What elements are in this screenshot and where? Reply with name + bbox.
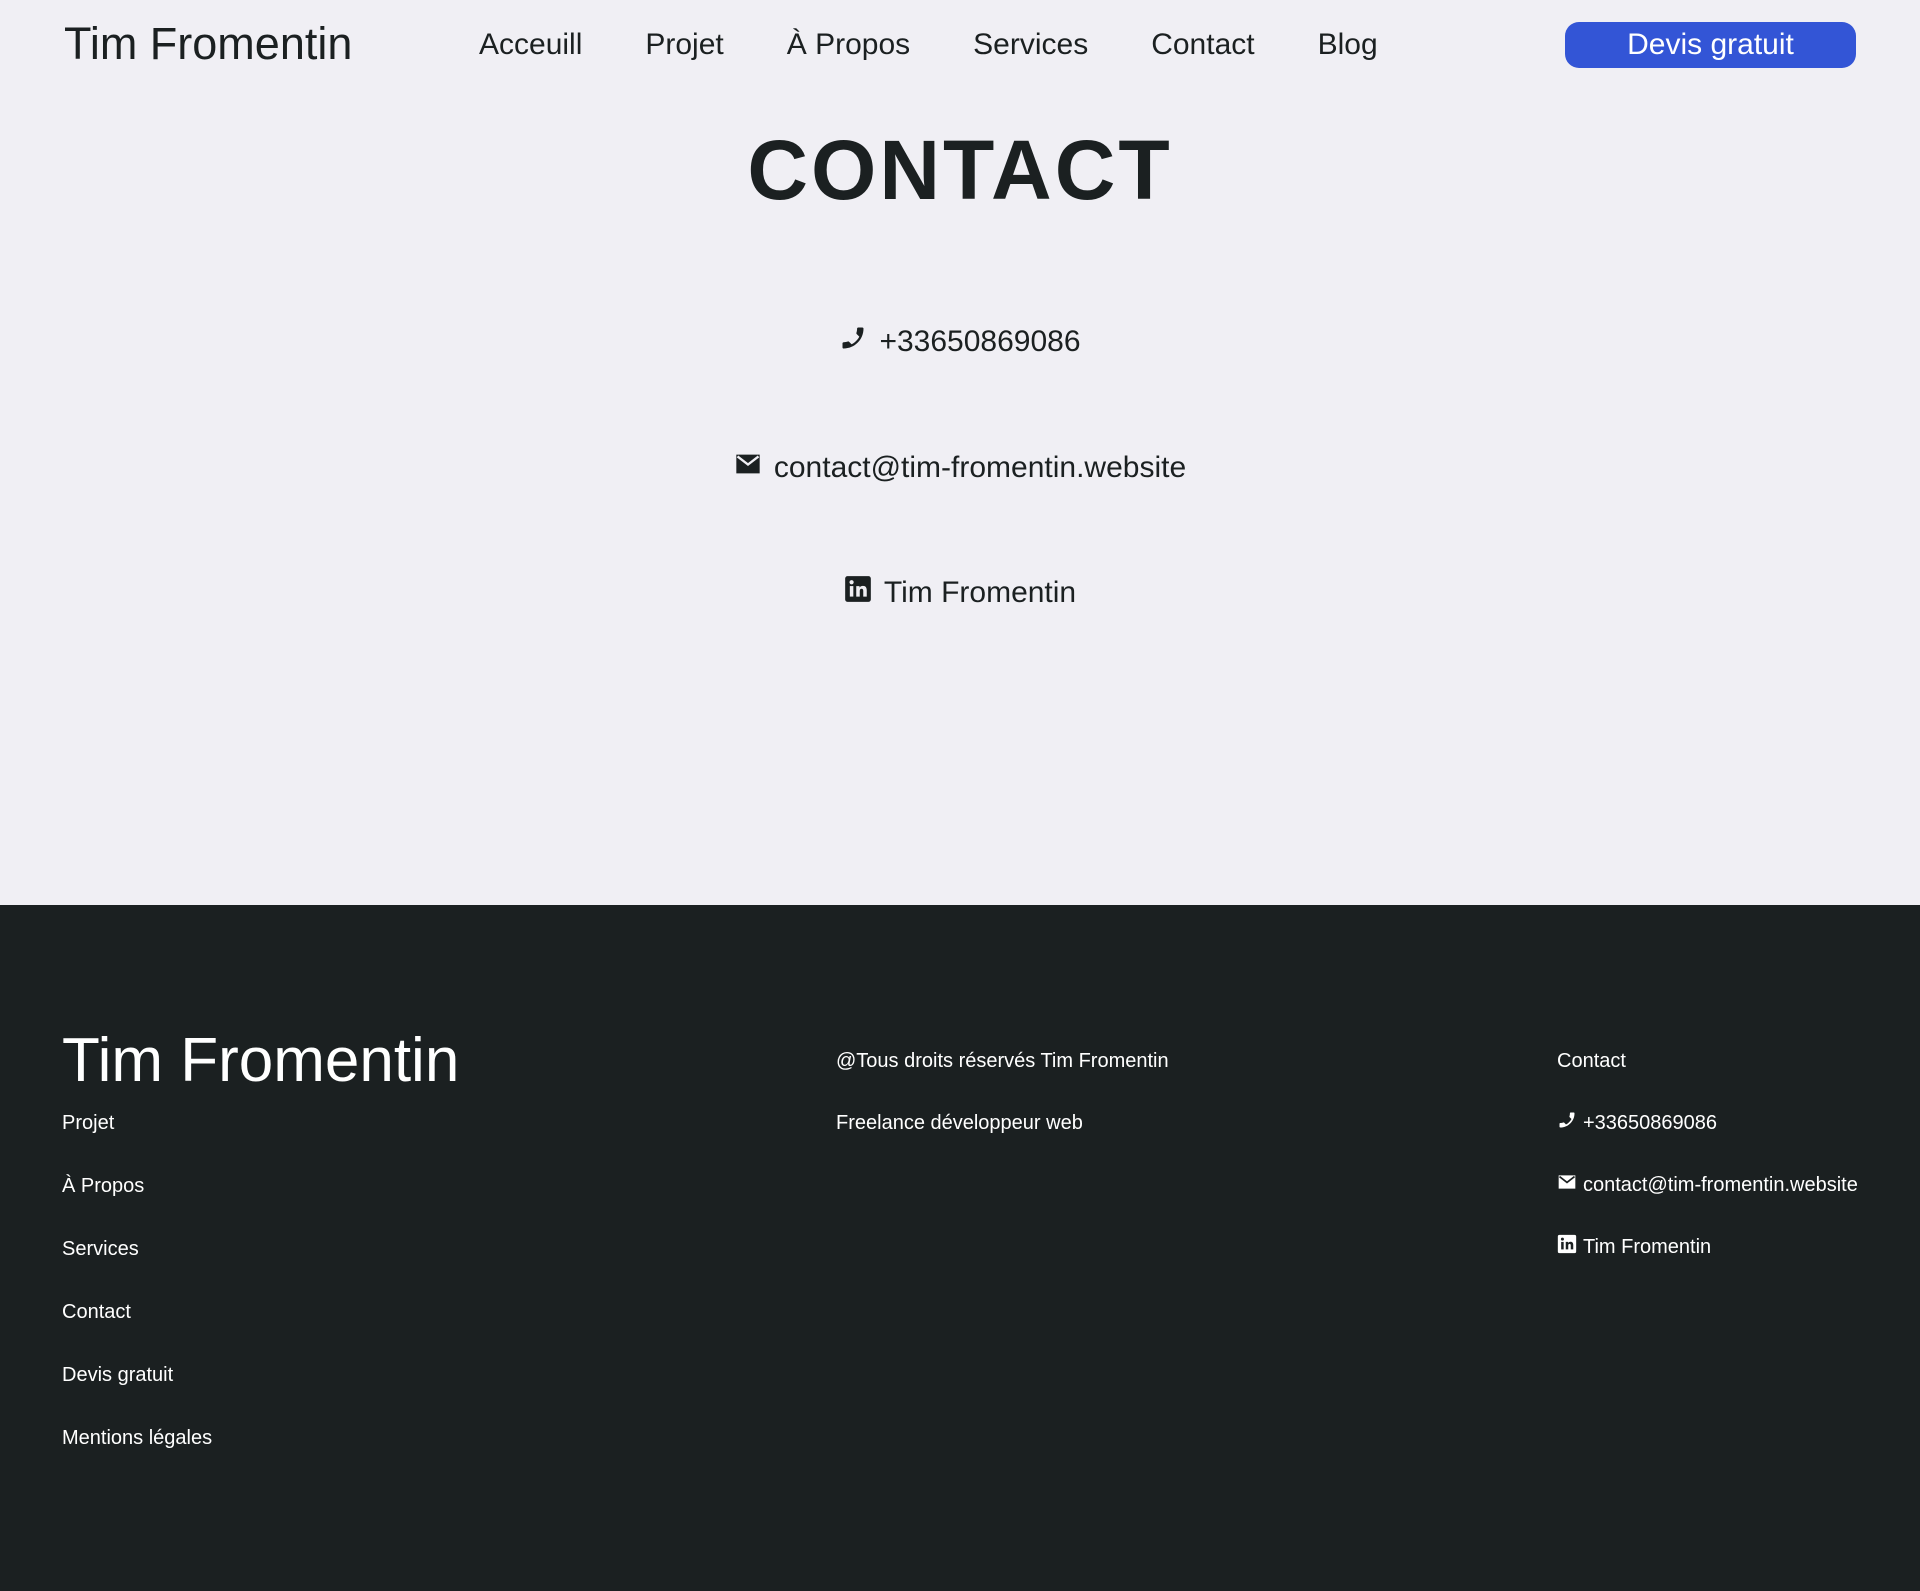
nav-link-a-propos[interactable]: À Propos [787,28,910,61]
nav-link-contact[interactable]: Contact [1151,28,1254,61]
footer-contact-email-row: contact@tim-fromentin.website [1557,1171,1858,1233]
footer-link-item: À Propos [62,1172,212,1235]
tagline-text: Freelance développeur web [836,1112,1083,1134]
contact-linkedin-link[interactable]: Tim Fromentin [0,573,1920,613]
footer-link-contact[interactable]: Contact [62,1301,131,1323]
linkedin-icon [844,575,872,603]
nav-link-projet[interactable]: Projet [645,28,723,61]
footer-contact: Contact +33650869086 contact@tim-froment… [1557,1047,1858,1295]
footer-contact-linkedin-row: Tim Fromentin [1557,1233,1858,1295]
footer-contact-heading: Contact [1557,1050,1626,1072]
linkedin-icon [1557,1234,1577,1254]
nav-item: À Propos [787,24,910,66]
footer-link-item: Projet [62,1109,212,1172]
footer-linkedin-link[interactable]: Tim Fromentin [1583,1233,1711,1261]
contact-phone-link[interactable]: +33650869086 [0,322,1920,362]
footer-info: @Tous droits réservés Tim Fromentin Free… [836,1047,1169,1171]
footer-link-services[interactable]: Services [62,1238,139,1260]
footer-links: Projet À Propos Services Contact Devis g… [62,1109,212,1487]
footer-link-mentions-legales[interactable]: Mentions légales [62,1427,212,1449]
phone-icon [839,324,867,352]
contact-phone-text: +33650869086 [879,325,1081,358]
page-title: CONTACT [747,123,1173,217]
contact-email-text: contact@tim-fromentin.website [773,451,1187,484]
footer-contact-phone-row: +33650869086 [1557,1109,1858,1171]
footer-link-item: Mentions légales [62,1424,212,1487]
site-logo[interactable]: Tim Fromentin [64,18,352,70]
footer-logo: Tim Fromentin [62,1026,460,1095]
nav-item: Acceuill [479,24,582,66]
footer-link-item: Contact [62,1298,212,1361]
footer-email-link[interactable]: contact@tim-fromentin.website [1583,1171,1858,1199]
mail-icon [1557,1172,1577,1192]
nav-link-blog[interactable]: Blog [1318,28,1378,61]
nav-link-services[interactable]: Services [973,28,1088,61]
contact-linkedin-text: Tim Fromentin [883,576,1077,609]
nav-list: Acceuill Projet À Propos Services Contac… [479,24,1378,66]
footer-contact-heading-row: Contact [1557,1047,1858,1109]
phone-icon [1557,1110,1577,1130]
devis-gratuit-button[interactable]: Devis gratuit [1565,22,1856,68]
nav-item: Services [973,24,1088,66]
nav-link-acceuill[interactable]: Acceuill [479,28,582,61]
footer-link-item: Devis gratuit [62,1361,212,1424]
footer-link-item: Services [62,1235,212,1298]
site-header: Tim Fromentin Acceuill Projet À Propos S… [0,0,1920,90]
mail-icon [734,450,762,478]
nav-item: Blog [1318,24,1378,66]
nav-item: Projet [645,24,723,66]
footer-link-projet[interactable]: Projet [62,1112,114,1134]
footer-link-devis-gratuit[interactable]: Devis gratuit [62,1364,173,1386]
footer-phone-link[interactable]: +33650869086 [1583,1109,1717,1137]
footer-link-a-propos[interactable]: À Propos [62,1175,144,1197]
contact-email-link[interactable]: contact@tim-fromentin.website [0,448,1920,488]
site-footer: Tim Fromentin Projet À Propos Services C… [0,905,1920,1591]
nav-item: Contact [1151,24,1254,66]
copyright-text: @Tous droits réservés Tim Fromentin [836,1050,1169,1072]
